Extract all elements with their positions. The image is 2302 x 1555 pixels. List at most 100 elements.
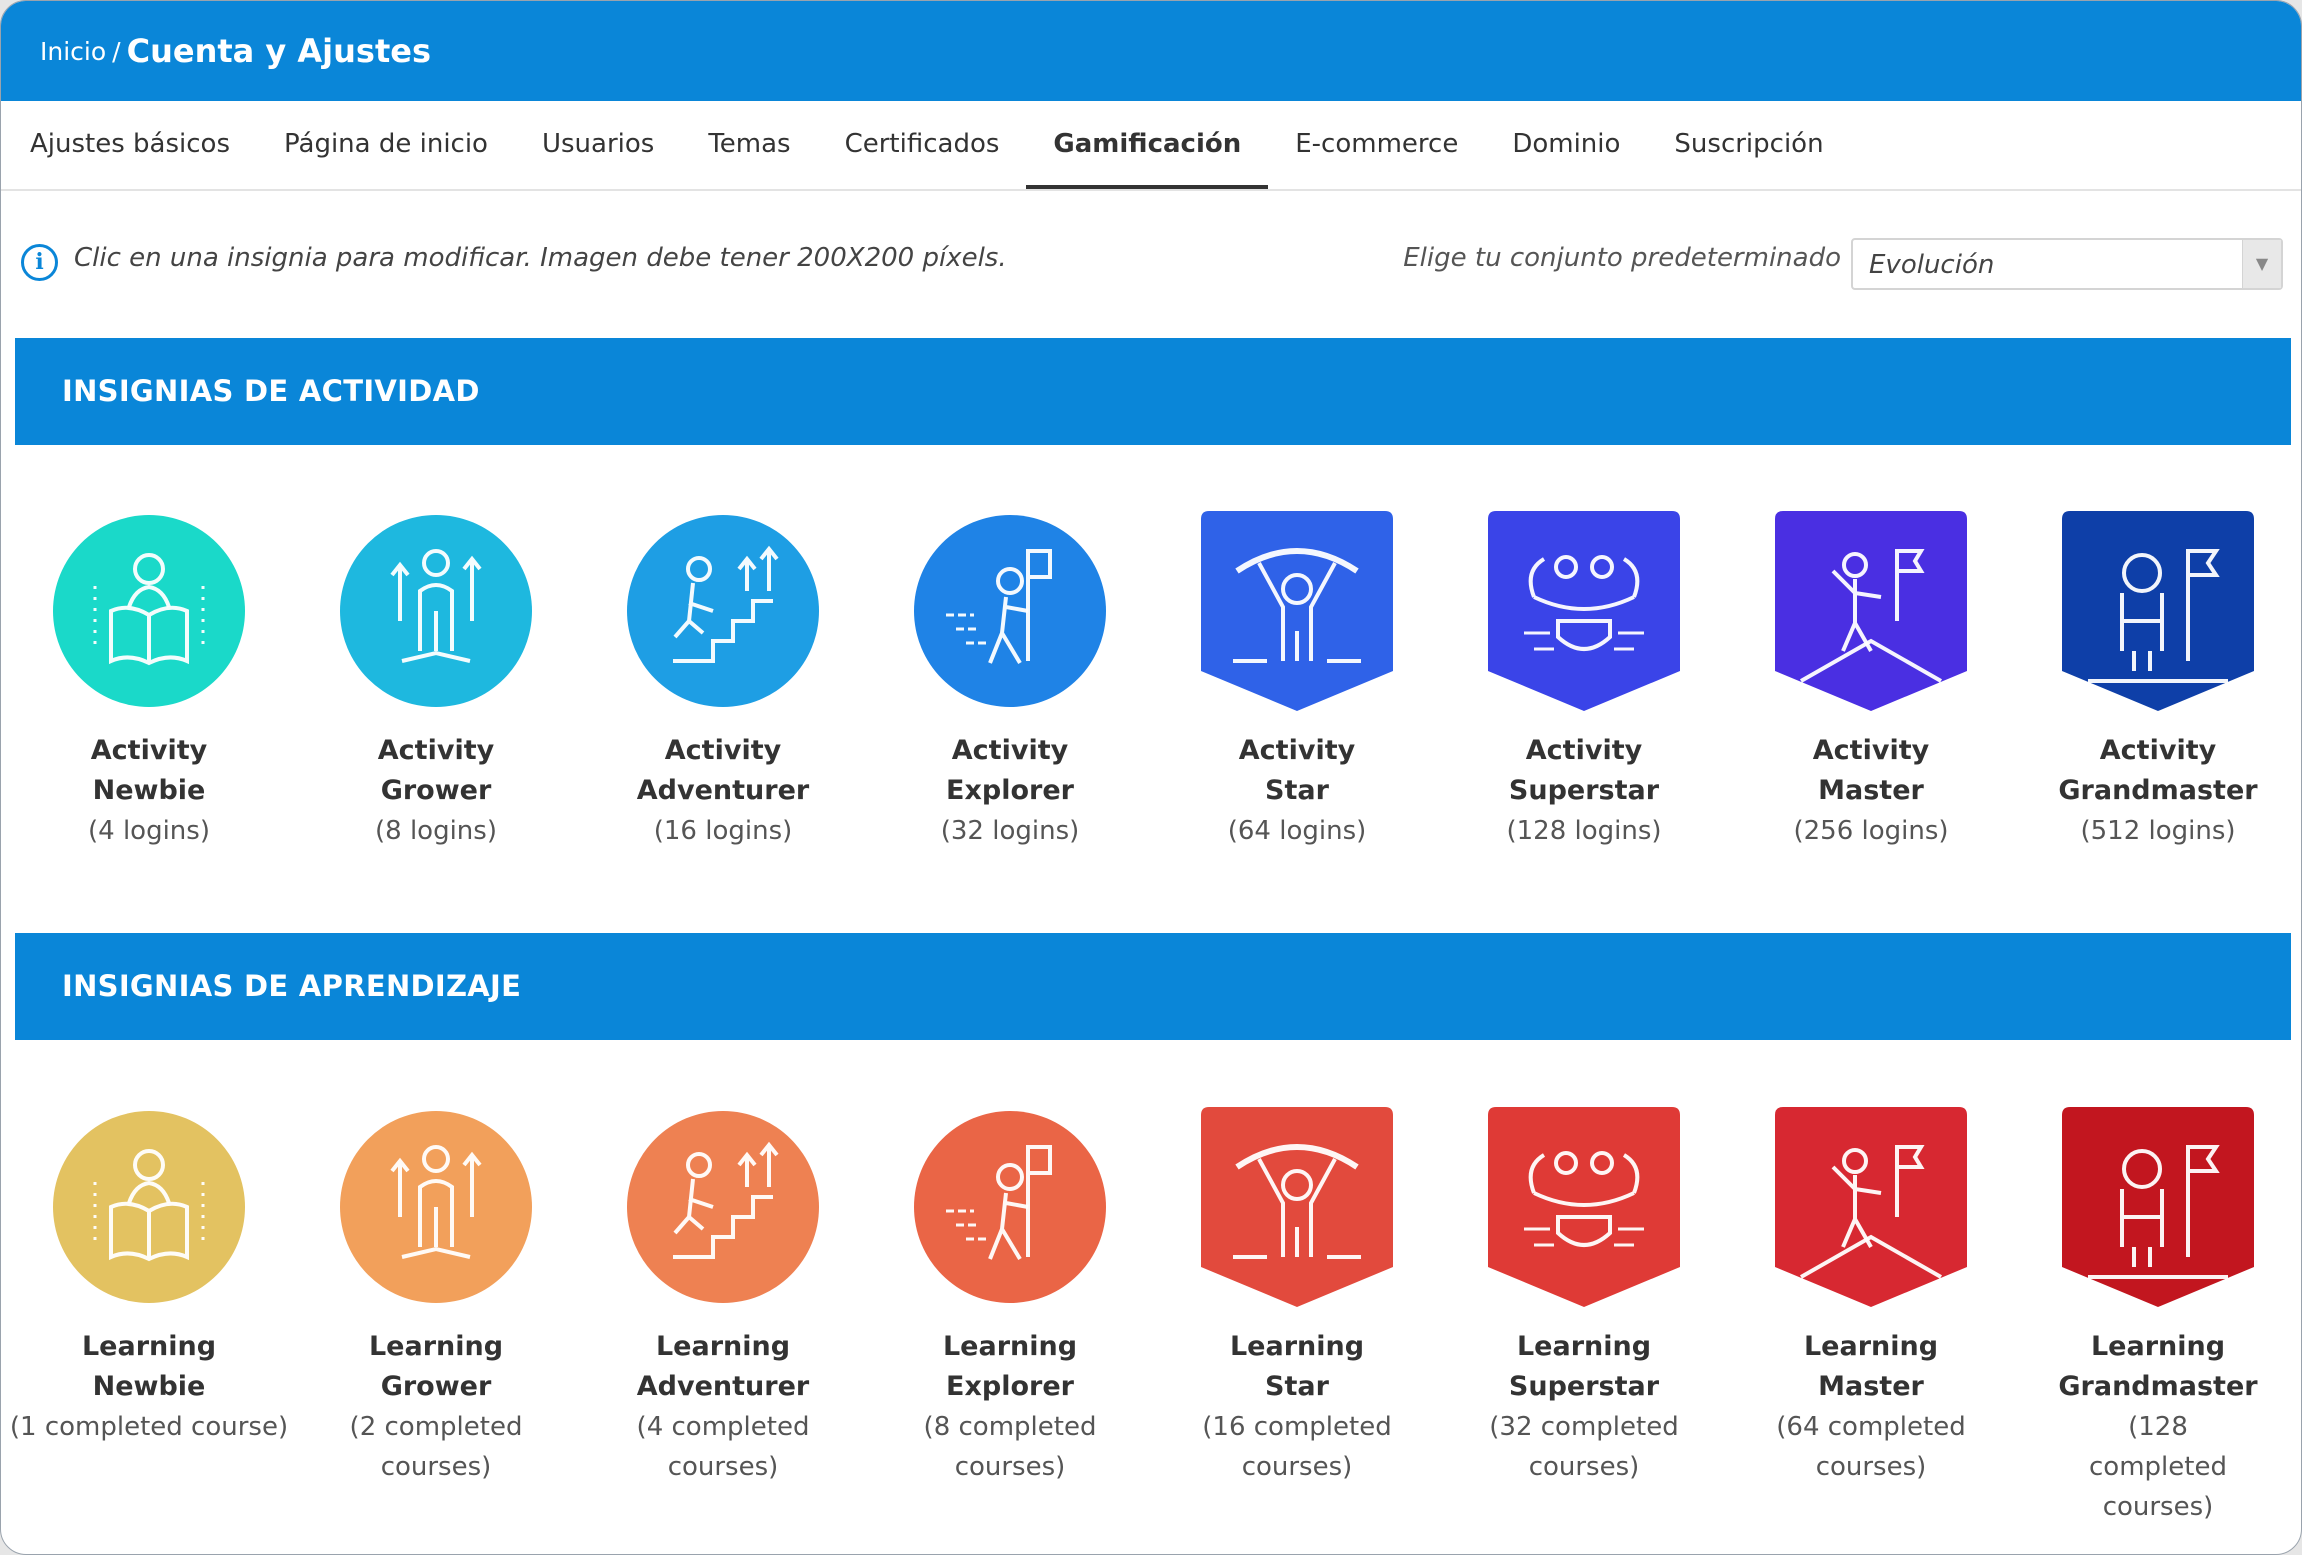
badge-activity-newbie[interactable]: Activity Newbie (4 logins) <box>9 511 289 851</box>
badge-title-line2: Grower <box>380 775 492 806</box>
tab-pagina-de-inicio[interactable]: Página de inicio <box>257 129 515 189</box>
badge-requirement: (1 completed course) <box>9 1412 289 1442</box>
badge-requirement: (256 logins) <box>1793 816 1949 846</box>
page-title: Cuenta y Ajustes <box>126 32 431 70</box>
badge-requirement: (64 logins) <box>1227 816 1367 846</box>
strong-hero-icon[interactable] <box>1444 511 1724 715</box>
badge-title-line1: Learning <box>1229 1331 1365 1362</box>
tab-gamificacion[interactable]: Gamificación <box>1026 129 1269 189</box>
default-set-select[interactable]: Evolución ▼ <box>1851 238 2283 290</box>
badge-title-line1: Activity <box>2099 735 2217 766</box>
tab-temas[interactable]: Temas <box>681 129 817 189</box>
flag-walker-icon[interactable] <box>870 511 1150 715</box>
badge-title-line2: Superstar <box>1508 1371 1660 1402</box>
badge-title-line1: Activity <box>1238 735 1356 766</box>
section-header-actividad: INSIGNIAS DE ACTIVIDAD <box>15 338 2291 445</box>
tab-usuarios[interactable]: Usuarios <box>515 129 681 189</box>
badge-learning-superstar[interactable]: Learning Superstar (32 completed courses) <box>1444 1107 1724 1487</box>
badge-title-line1: Learning <box>1516 1331 1652 1362</box>
strong-hero-icon[interactable] <box>1444 1107 1724 1311</box>
badge-title-line1: Activity <box>90 735 208 766</box>
badge-activity-adventurer[interactable]: Activity Adventurer (16 logins) <box>583 511 863 851</box>
breadcrumb-home-link[interactable]: Inicio <box>40 37 106 66</box>
badge-requirement: (512 logins) <box>2080 816 2236 846</box>
badge-title-line2: Explorer <box>946 775 1074 806</box>
tab-certificados[interactable]: Certificados <box>818 129 1027 189</box>
tab-dominio[interactable]: Dominio <box>1485 129 1647 189</box>
badge-title-line2: Star <box>1265 1371 1329 1402</box>
astronaut-flag-icon[interactable] <box>2018 1107 2298 1311</box>
badge-title-line2: Star <box>1265 775 1329 806</box>
info-row: i Clic en una insignia para modificar. I… <box>1 191 2301 341</box>
badge-activity-star[interactable]: Activity Star (64 logins) <box>1157 511 1437 851</box>
section-header-aprendizaje: INSIGNIAS DE APRENDIZAJE <box>15 933 2291 1040</box>
badge-title-line2: Adventurer <box>636 775 810 806</box>
badge-requirement: (16 completed courses) <box>1202 1412 1392 1482</box>
climbing-stairs-icon[interactable] <box>583 1107 863 1311</box>
badge-activity-master[interactable]: Activity Master (256 logins) <box>1731 511 2011 851</box>
badge-requirement: (128 completed courses) <box>2089 1412 2227 1522</box>
tab-e-commerce[interactable]: E-commerce <box>1268 129 1485 189</box>
settings-window: Inicio / Cuenta y Ajustes Ajustes básico… <box>0 0 2302 1555</box>
badge-requirement: (128 logins) <box>1506 816 1662 846</box>
badge-title-line1: Activity <box>1525 735 1643 766</box>
champion-icon[interactable] <box>1157 1107 1437 1311</box>
info-icon: i <box>21 244 58 281</box>
summit-flag-icon[interactable] <box>1731 1107 2011 1311</box>
badge-title-line2: Explorer <box>946 1371 1074 1402</box>
badge-learning-star[interactable]: Learning Star (16 completed courses) <box>1157 1107 1437 1487</box>
badge-learning-master[interactable]: Learning Master (64 completed courses) <box>1731 1107 2011 1487</box>
badge-learning-adventurer[interactable]: Learning Adventurer (4 completed courses) <box>583 1107 863 1487</box>
badge-requirement: (16 logins) <box>653 816 793 846</box>
badge-requirement: (2 completed courses) <box>349 1412 523 1482</box>
badge-title-line1: Learning <box>81 1331 217 1362</box>
badge-title-line1: Learning <box>1803 1331 1939 1362</box>
badge-title-line2: Adventurer <box>636 1371 810 1402</box>
default-set-value: Evolución <box>1869 250 1995 280</box>
badge-title-line1: Learning <box>2090 1331 2226 1362</box>
astronaut-flag-icon[interactable] <box>2018 511 2298 715</box>
growing-person-icon[interactable] <box>296 511 576 715</box>
learning-badges: Learning Newbie (1 completed course) Learni… <box>1 1107 2301 1522</box>
badge-title-line2: Master <box>1818 775 1924 806</box>
badge-title-line2: Grandmaster <box>2058 1371 2258 1402</box>
badge-activity-superstar[interactable]: Activity Superstar (128 logins) <box>1444 511 1724 851</box>
badge-requirement: (32 logins) <box>940 816 1080 846</box>
tab-suscripcion[interactable]: Suscripción <box>1647 129 1850 189</box>
badge-title-line1: Activity <box>377 735 495 766</box>
badge-title-line1: Learning <box>368 1331 504 1362</box>
badge-requirement: (32 completed courses) <box>1489 1412 1679 1482</box>
badge-title-line2: Superstar <box>1508 775 1660 806</box>
badge-title-line2: Grandmaster <box>2058 775 2258 806</box>
badge-requirement: (4 logins) <box>88 816 210 846</box>
reading-person-icon[interactable] <box>9 511 289 715</box>
top-bar: Inicio / Cuenta y Ajustes <box>1 1 2301 101</box>
champion-icon[interactable] <box>1157 511 1437 715</box>
chevron-down-icon[interactable]: ▼ <box>2242 240 2281 288</box>
badge-learning-grower[interactable]: Learning Grower (2 completed courses) <box>296 1107 576 1487</box>
badge-activity-explorer[interactable]: Activity Explorer (32 logins) <box>870 511 1150 851</box>
badge-title-line2: Newbie <box>92 1371 206 1402</box>
activity-badges: Activity Newbie (4 logins) Activity Grower (8… <box>1 511 2301 871</box>
badge-requirement: (64 completed courses) <box>1776 1412 1966 1482</box>
badge-learning-grandmaster[interactable]: Learning Grandmaster (128 completed course… <box>2018 1107 2298 1527</box>
badge-title-line1: Learning <box>655 1331 791 1362</box>
badge-learning-explorer[interactable]: Learning Explorer (8 completed courses) <box>870 1107 1150 1487</box>
badge-title-line2: Master <box>1818 1371 1924 1402</box>
flag-walker-icon[interactable] <box>870 1107 1150 1311</box>
reading-person-icon[interactable] <box>9 1107 289 1311</box>
settings-tabs: Ajustes básicos Página de inicio Usuario… <box>1 101 2301 191</box>
badge-title-line1: Activity <box>1812 735 1930 766</box>
badge-title-line1: Activity <box>951 735 1069 766</box>
badge-activity-grandmaster[interactable]: Activity Grandmaster (512 logins) <box>2018 511 2298 851</box>
breadcrumb-separator: / <box>112 36 121 66</box>
tab-ajustes-basicos[interactable]: Ajustes básicos <box>3 129 257 189</box>
growing-person-icon[interactable] <box>296 1107 576 1311</box>
badge-activity-grower[interactable]: Activity Grower (8 logins) <box>296 511 576 851</box>
badge-learning-newbie[interactable]: Learning Newbie (1 completed course) <box>9 1107 289 1447</box>
info-text: Clic en una insignia para modificar. Ima… <box>74 243 1007 273</box>
badge-requirement: (8 completed courses) <box>923 1412 1097 1482</box>
climbing-stairs-icon[interactable] <box>583 511 863 715</box>
badge-title-line2: Newbie <box>92 775 206 806</box>
summit-flag-icon[interactable] <box>1731 511 2011 715</box>
